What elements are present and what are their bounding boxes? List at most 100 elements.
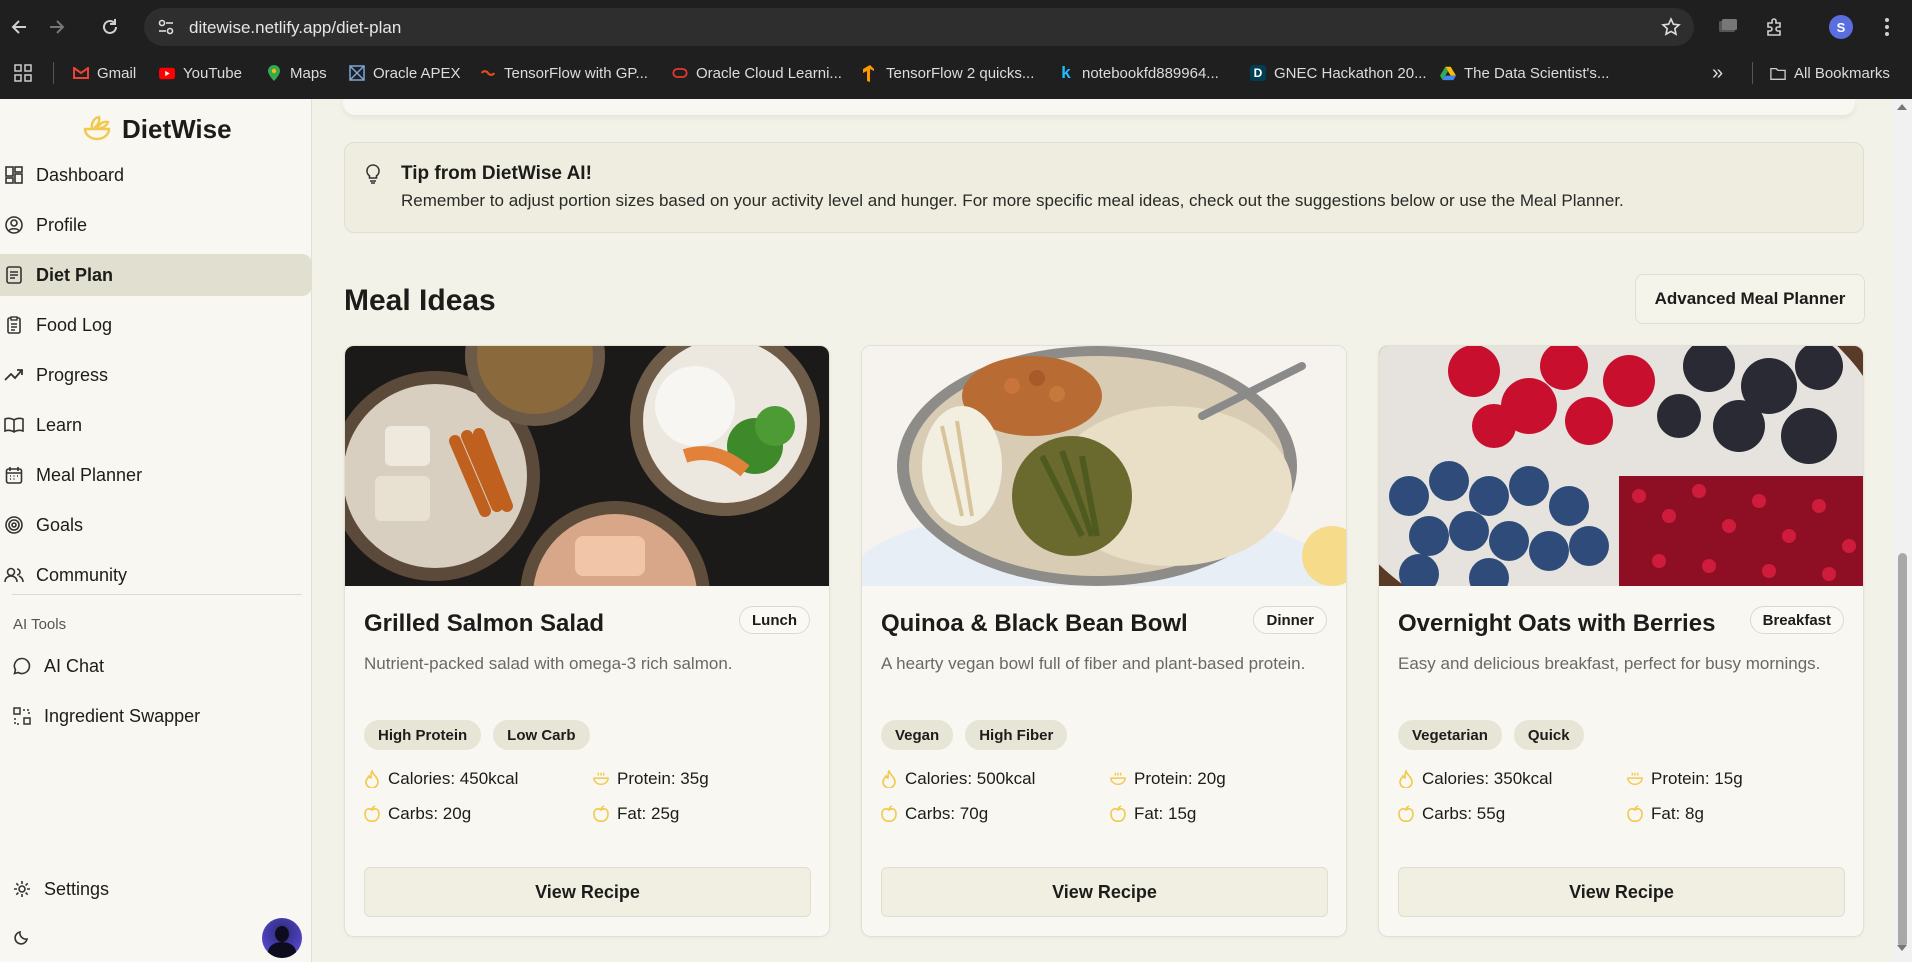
previous-card-edge [343,99,1855,115]
apps-grid-icon[interactable] [14,62,32,84]
url-text[interactable]: ditewise.netlify.app/diet-plan [189,18,401,38]
profile-avatar[interactable]: S [1829,15,1853,39]
meal-card-grilled-salmon-salad: Grilled Salmon Salad Lunch Nutrient-pack… [344,345,830,937]
oracle-apex-icon [349,65,365,81]
apple-icon [1398,805,1414,823]
kaggle-icon: k [1061,63,1071,82]
tensorflow-icon [480,65,496,81]
apple-icon [1627,805,1643,823]
sidebar-item-profile[interactable]: Profile [0,205,312,245]
all-bookmarks-button[interactable]: All Bookmarks [1770,62,1890,84]
bookmark-gmail[interactable]: Gmail [73,62,136,84]
more-bookmarks-button[interactable]: » [1712,62,1723,84]
sidebar-item-goals[interactable]: Goals [0,505,312,545]
meal-tag: High Fiber [965,720,1068,750]
meal-title: Grilled Salmon Salad [364,610,605,637]
gear-icon [12,879,32,899]
site-settings-icon[interactable] [156,17,176,37]
browser-toolbar: ditewise.netlify.app/diet-plan S [0,0,1912,54]
meal-tag: Vegetarian [1398,720,1502,750]
flame-icon [364,770,380,788]
meal-ideas-title: Meal Ideas [344,284,496,317]
tensorflow-icon [862,65,878,82]
reload-icon [103,19,117,34]
bookmark-star-icon[interactable] [1660,16,1682,38]
advanced-meal-planner-button[interactable]: Advanced Meal Planner [1635,274,1865,324]
bowl-icon [1627,770,1643,788]
apple-icon [881,805,897,823]
bookmark-data-scientist[interactable]: The Data Scientist's... [1440,62,1609,84]
meal-image-quinoa [862,346,1346,586]
forward-button[interactable] [40,11,72,43]
theme-toggle-button[interactable] [0,917,50,957]
profile-icon [4,215,24,235]
sidebar-item-diet-plan[interactable]: Diet Plan [0,254,312,296]
bookmark-maps[interactable]: Maps [266,62,327,84]
bookmarks-divider [53,62,54,84]
scrollbar-thumb[interactable] [1898,553,1907,947]
meal-description: A hearty vegan bowl full of fiber and pl… [881,654,1306,673]
user-avatar[interactable] [262,918,302,958]
bookmark-gnec-hackathon[interactable]: D GNEC Hackathon 20... [1250,62,1427,84]
ai-tools-label: AI Tools [13,616,67,633]
meal-title: Overnight Oats with Berries [1398,610,1716,637]
cast-icon[interactable] [1715,14,1741,40]
bookmark-kaggle-notebook[interactable]: k notebookfd889964... [1058,62,1219,84]
salad-bowl-logo-icon [83,115,111,141]
moon-icon [12,927,32,947]
sidebar-item-ingredient-swapper[interactable]: Ingredient Swapper [0,696,312,736]
bookmark-oracle-cloud[interactable]: Oracle Cloud Learni... [672,62,842,84]
meal-type-badge: Lunch [739,606,810,634]
reload-button[interactable] [94,11,126,43]
meal-image-salmon [345,346,829,586]
bookmarks-divider [1752,62,1753,84]
bowl-icon [593,770,609,788]
view-recipe-button[interactable]: View Recipe [1398,867,1845,917]
flame-icon [1398,770,1414,788]
avatar-head-shape [275,926,289,942]
calendar-icon [4,465,24,485]
sidebar-divider [12,594,302,595]
meal-fat: Fat: 25g [593,804,679,824]
sidebar: DietWise Dashboard Profile Diet Plan Foo… [0,99,312,962]
meal-fat: Fat: 15g [1110,804,1196,824]
view-recipe-button[interactable]: View Recipe [364,867,811,917]
scroll-up-arrow-icon[interactable] [1897,104,1907,110]
sidebar-item-dashboard[interactable]: Dashboard [0,155,312,195]
sidebar-item-community[interactable]: Community [0,555,312,595]
flame-icon [881,770,897,788]
sidebar-item-food-log[interactable]: Food Log [0,305,312,345]
google-drive-icon [1440,65,1456,81]
folder-icon [1770,65,1786,81]
meal-card-quinoa-black-bean-bowl: Quinoa & Black Bean Bowl Dinner A hearty… [861,345,1347,937]
extensions-icon[interactable] [1761,14,1787,40]
bookmark-oracle-apex[interactable]: Oracle APEX [349,62,461,84]
bookmark-tensorflow-quickstart[interactable]: TensorFlow 2 quicks... [862,62,1034,84]
browser-menu-icon[interactable] [1874,14,1900,40]
sidebar-item-settings[interactable]: Settings [0,869,312,909]
tip-title: Tip from DietWise AI! [401,163,592,184]
diet-plan-icon [4,265,24,285]
meal-tag: High Protein [364,720,482,750]
arrow-left-icon [11,20,26,34]
sidebar-item-learn[interactable]: Learn [0,405,312,445]
arrow-right-icon [50,20,65,34]
address-bar[interactable]: ditewise.netlify.app/diet-plan [144,8,1694,46]
devpost-icon: D [1250,65,1266,81]
oracle-icon [672,65,688,81]
sidebar-item-progress[interactable]: Progress [0,355,312,395]
bowl-icon [1110,770,1126,788]
scroll-down-arrow-icon[interactable] [1897,945,1907,951]
sidebar-item-meal-planner[interactable]: Meal Planner [0,455,312,495]
back-button[interactable] [4,11,36,43]
bookmark-youtube[interactable]: YouTube [159,62,242,84]
lightbulb-icon [363,163,383,185]
meal-carbs: Carbs: 20g [364,804,471,824]
bookmark-tensorflow-gpu[interactable]: TensorFlow with GP... [480,62,648,84]
bookmarks-bar: Gmail YouTube Maps Oracle APEX TensorFlo… [0,56,1912,90]
view-recipe-button[interactable]: View Recipe [881,867,1328,917]
sidebar-item-ai-chat[interactable]: AI Chat [0,646,312,686]
meal-type-badge: Breakfast [1749,606,1844,634]
brand[interactable]: DietWise [82,111,232,147]
youtube-icon [159,65,175,81]
